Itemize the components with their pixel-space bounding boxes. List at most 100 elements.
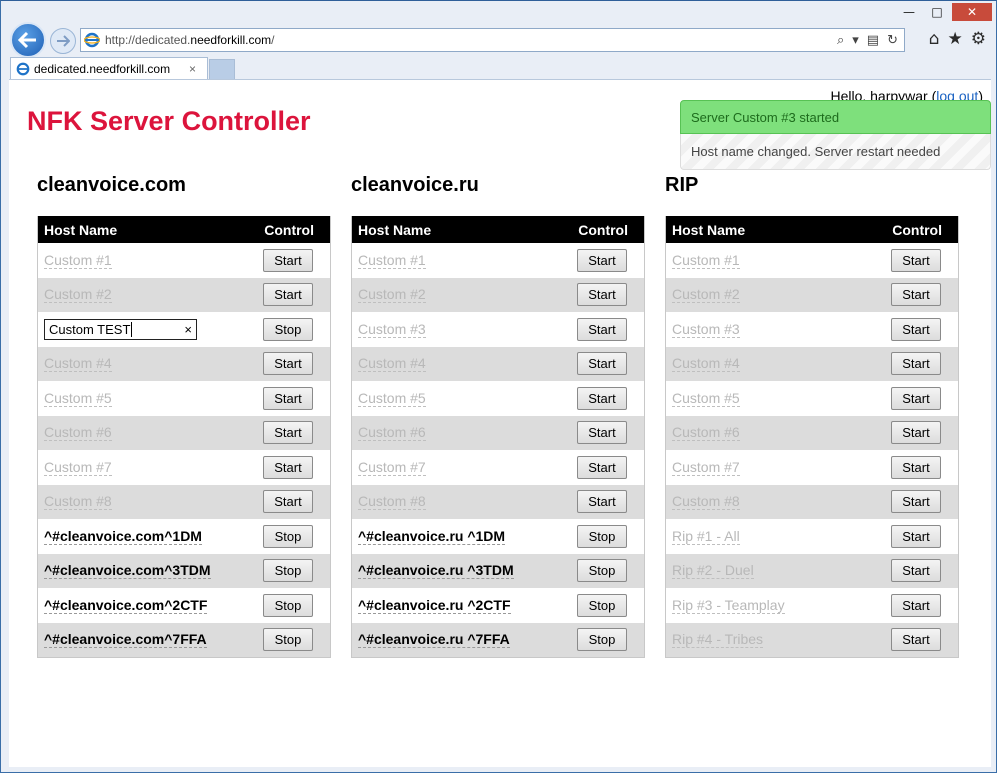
start-server-button[interactable]: Start — [263, 490, 313, 514]
stop-server-button[interactable]: Stop — [263, 317, 313, 341]
search-icon[interactable]: ⌕ — [837, 33, 844, 48]
browser-tab[interactable]: dedicated.needforkill.com × — [10, 57, 208, 79]
host-name-editable[interactable]: ^#cleanvoice.com^2CTF — [44, 597, 208, 614]
host-name-editable[interactable]: Custom #7 — [44, 459, 112, 476]
host-name-editable[interactable]: Rip #3 - Teamplay — [672, 597, 785, 614]
table-row: Custom #5 Start — [38, 381, 330, 416]
start-server-button[interactable]: Start — [891, 248, 941, 272]
host-name-editable[interactable]: Custom #1 — [44, 252, 112, 269]
close-window-button[interactable]: ✕ — [952, 3, 992, 21]
host-name-editable[interactable]: Custom #6 — [44, 424, 112, 442]
start-server-button[interactable]: Start — [891, 421, 941, 445]
start-server-button[interactable]: Start — [891, 490, 941, 514]
clear-input-icon[interactable]: × — [184, 322, 192, 337]
start-server-button[interactable]: Start — [263, 248, 313, 272]
browser-toolbar-icons: ⌂ ★ ⚙ — [929, 29, 986, 49]
settings-gear-icon[interactable]: ⚙ — [971, 29, 986, 49]
host-name-editable[interactable]: Custom #8 — [672, 493, 740, 511]
start-server-button[interactable]: Start — [577, 386, 627, 410]
start-server-button[interactable]: Start — [891, 593, 941, 617]
host-name-input[interactable]: Custom TEST × — [44, 318, 197, 340]
ie-tab-icon — [16, 62, 30, 75]
table-header: Host Name Control — [38, 216, 330, 243]
host-name-editable[interactable]: ^#cleanvoice.ru ^7FFA — [358, 631, 510, 649]
host-name-editable[interactable]: Custom #1 — [672, 252, 740, 269]
host-name-editable[interactable]: Custom #3 — [672, 321, 740, 338]
server-group-1: cleanvoice.com Host Name Control Custom … — [37, 174, 331, 658]
host-name-editable[interactable]: Custom #5 — [672, 390, 740, 407]
host-name-editable[interactable]: Custom #5 — [44, 390, 112, 407]
maximize-button[interactable]: □ — [924, 3, 950, 21]
stop-server-button[interactable]: Stop — [577, 593, 627, 617]
address-bar[interactable]: http://dedicated. needforkill.com / ⌕ ▾ ▤ … — [80, 28, 905, 52]
host-name-editable[interactable]: ^#cleanvoice.ru ^1DM — [358, 528, 506, 545]
start-server-button[interactable]: Start — [577, 352, 627, 376]
host-name-editable[interactable]: Custom #4 — [358, 355, 426, 373]
refresh-icon[interactable]: ↻ — [887, 33, 898, 48]
start-server-button[interactable]: Start — [891, 628, 941, 652]
host-name-editable[interactable]: Custom #4 — [44, 355, 112, 373]
host-name-editable[interactable]: Custom #2 — [358, 286, 426, 304]
forward-button[interactable] — [50, 28, 76, 54]
table-row: Custom #3 Start — [666, 312, 958, 347]
start-server-button[interactable]: Start — [263, 421, 313, 445]
start-server-button[interactable]: Start — [263, 283, 313, 307]
host-name-editable[interactable]: ^#cleanvoice.com^1DM — [44, 528, 202, 545]
info-notification[interactable]: Host name changed. Server restart needed — [680, 134, 991, 170]
start-server-button[interactable]: Start — [577, 455, 627, 479]
window-caption-buttons: — □ ✕ — [896, 3, 992, 21]
start-server-button[interactable]: Start — [891, 455, 941, 479]
host-name-editable[interactable]: ^#cleanvoice.ru ^3TDM — [358, 562, 514, 580]
start-server-button[interactable]: Start — [263, 352, 313, 376]
navigation-bar: http://dedicated. needforkill.com / ⌕ ▾ ▤ … — [1, 21, 996, 58]
back-button[interactable] — [10, 22, 46, 58]
start-server-button[interactable]: Start — [577, 283, 627, 307]
host-name-editable[interactable]: Rip #2 - Duel — [672, 562, 754, 580]
host-name-editable[interactable]: Custom #3 — [358, 321, 426, 338]
start-server-button[interactable]: Start — [891, 559, 941, 583]
start-server-button[interactable]: Start — [891, 524, 941, 548]
host-name-editable[interactable]: ^#cleanvoice.ru ^2CTF — [358, 597, 511, 614]
host-name-editable[interactable]: Custom #7 — [672, 459, 740, 476]
start-server-button[interactable]: Start — [577, 490, 627, 514]
host-name-editable[interactable]: ^#cleanvoice.com^7FFA — [44, 631, 207, 649]
favorites-star-icon[interactable]: ★ — [948, 29, 963, 49]
start-server-button[interactable]: Start — [263, 455, 313, 479]
host-name-editable[interactable]: Custom #2 — [672, 286, 740, 304]
home-icon[interactable]: ⌂ — [929, 29, 940, 49]
new-tab-button[interactable] — [209, 59, 235, 79]
host-name-editable[interactable]: Custom #1 — [358, 252, 426, 269]
dropdown-icon[interactable]: ▾ — [852, 33, 859, 48]
table-row: ^#cleanvoice.com^2CTF Stop — [38, 588, 330, 623]
host-name-editable[interactable]: Rip #1 - All — [672, 528, 740, 545]
stop-server-button[interactable]: Stop — [263, 593, 313, 617]
stop-server-button[interactable]: Stop — [577, 524, 627, 548]
start-server-button[interactable]: Start — [577, 421, 627, 445]
stop-server-button[interactable]: Stop — [577, 559, 627, 583]
start-server-button[interactable]: Start — [891, 317, 941, 341]
start-server-button[interactable]: Start — [263, 386, 313, 410]
start-server-button[interactable]: Start — [891, 352, 941, 376]
start-server-button[interactable]: Start — [891, 283, 941, 307]
stop-server-button[interactable]: Stop — [263, 559, 313, 583]
host-name-editable[interactable]: Custom #8 — [44, 493, 112, 511]
success-notification[interactable]: Server Custom #3 started — [680, 100, 991, 134]
start-server-button[interactable]: Start — [577, 248, 627, 272]
host-name-editable[interactable]: Custom #6 — [672, 424, 740, 442]
host-name-editable[interactable]: Custom #4 — [672, 355, 740, 373]
start-server-button[interactable]: Start — [577, 317, 627, 341]
host-name-editable[interactable]: Custom #2 — [44, 286, 112, 304]
host-name-editable[interactable]: Custom #6 — [358, 424, 426, 442]
compatibility-icon[interactable]: ▤ — [867, 33, 879, 48]
tab-close-icon[interactable]: × — [189, 62, 207, 76]
stop-server-button[interactable]: Stop — [263, 524, 313, 548]
host-name-editable[interactable]: Custom #5 — [358, 390, 426, 407]
stop-server-button[interactable]: Stop — [577, 628, 627, 652]
stop-server-button[interactable]: Stop — [263, 628, 313, 652]
host-name-editable[interactable]: ^#cleanvoice.com^3TDM — [44, 562, 211, 580]
minimize-button[interactable]: — — [896, 3, 922, 21]
host-name-editable[interactable]: Rip #4 - Tribes — [672, 631, 764, 649]
start-server-button[interactable]: Start — [891, 386, 941, 410]
host-name-editable[interactable]: Custom #7 — [358, 459, 426, 476]
host-name-editable[interactable]: Custom #8 — [358, 493, 426, 511]
